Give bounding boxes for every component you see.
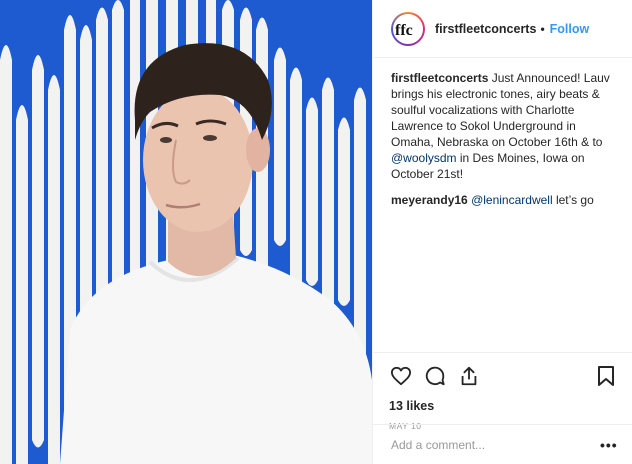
account-username[interactable]: firstfleetconcerts [435,22,536,36]
comment-mention[interactable]: @lenincardwell [471,193,553,207]
comment-item: meyerandy16 @lenincardwell let’s go [391,192,618,208]
svg-text:ffc: ffc [395,22,413,39]
more-options-icon[interactable]: ••• [600,437,617,453]
avatar-logo: ffc [393,13,423,44]
post-actions: 13 likes MAY 10 [373,352,632,431]
caption-mention[interactable]: @woolysdm [391,151,457,165]
post-photo[interactable] [0,0,372,464]
separator-dot: • [540,21,545,36]
post-details-panel: ffc firstfleetconcerts • Follow firstfle… [372,0,632,464]
instagram-post: ffc firstfleetconcerts • Follow firstfle… [0,0,632,464]
comments-list: firstfleetconcerts Just Announced! Lauv … [373,58,632,208]
comment-text: let’s go [555,193,594,207]
caption: firstfleetconcerts Just Announced! Lauv … [391,70,618,182]
photo-illustration [0,0,372,464]
bookmark-icon[interactable] [594,364,618,388]
caption-username[interactable]: firstfleetconcerts [391,71,488,85]
follow-button[interactable]: Follow [550,22,590,36]
share-icon[interactable] [457,364,481,388]
comment-username[interactable]: meyerandy16 [391,193,468,207]
avatar[interactable]: ffc [391,11,425,46]
action-icons [389,363,618,389]
comment-icon[interactable] [423,364,447,388]
ffc-logo-icon: ffc [395,22,413,39]
heart-icon[interactable] [389,364,413,388]
add-comment-bar: ••• [373,424,632,464]
likes-count[interactable]: 13 likes [389,399,618,413]
add-comment-input[interactable] [391,437,600,452]
post-header: ffc firstfleetconcerts • Follow [373,0,632,58]
